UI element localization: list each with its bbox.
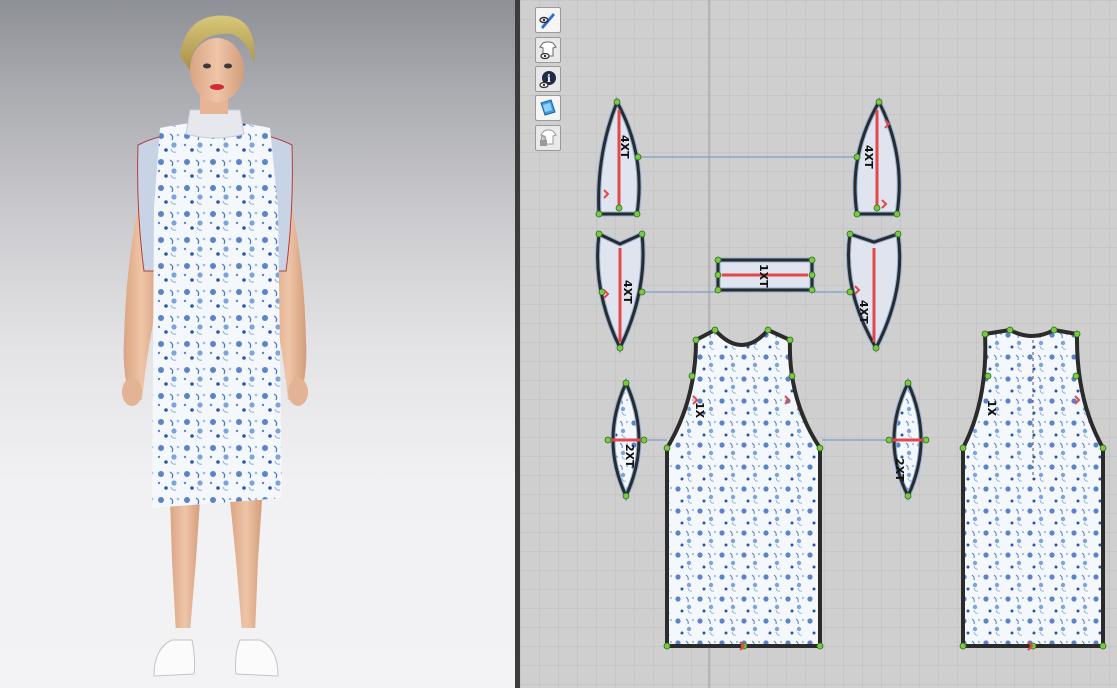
avatar-head <box>190 38 244 102</box>
svg-text:4XT: 4XT <box>862 145 875 169</box>
svg-text:4XT: 4XT <box>621 280 634 304</box>
svg-text:4XT: 4XT <box>618 135 631 159</box>
garment-lock-icon[interactable] <box>535 125 561 151</box>
garment-eye-icon[interactable] <box>535 37 561 63</box>
svg-text:4XT: 4XT <box>857 300 870 324</box>
info-eye-icon[interactable]: i <box>535 66 561 92</box>
dress-collar <box>185 109 245 139</box>
pattern-canvas[interactable]: 4XT 4XT 4XT 1XT 4XT 2XT 2XT 1X 1X <box>520 0 1117 688</box>
right-shoe <box>235 639 279 677</box>
pen-eye-icon[interactable] <box>535 7 561 33</box>
2d-pattern-viewport[interactable]: 4XT 4XT 4XT 1XT 4XT 2XT 2XT 1X 1X i <box>520 0 1117 688</box>
right-leg <box>230 500 262 634</box>
svg-text:2XT: 2XT <box>623 444 636 468</box>
left-leg <box>170 500 200 634</box>
texture-icon[interactable] <box>535 95 561 121</box>
svg-text:2XT: 2XT <box>893 458 906 482</box>
avatar-render <box>122 15 308 677</box>
svg-text:1X: 1X <box>985 400 998 417</box>
dress-body <box>152 122 282 508</box>
left-shoe <box>153 639 196 677</box>
pattern-piece-mid-strip: 1XT <box>715 257 815 293</box>
svg-text:1X: 1X <box>693 402 706 419</box>
3d-viewport[interactable] <box>0 0 515 688</box>
svg-text:1XT: 1XT <box>757 264 770 288</box>
